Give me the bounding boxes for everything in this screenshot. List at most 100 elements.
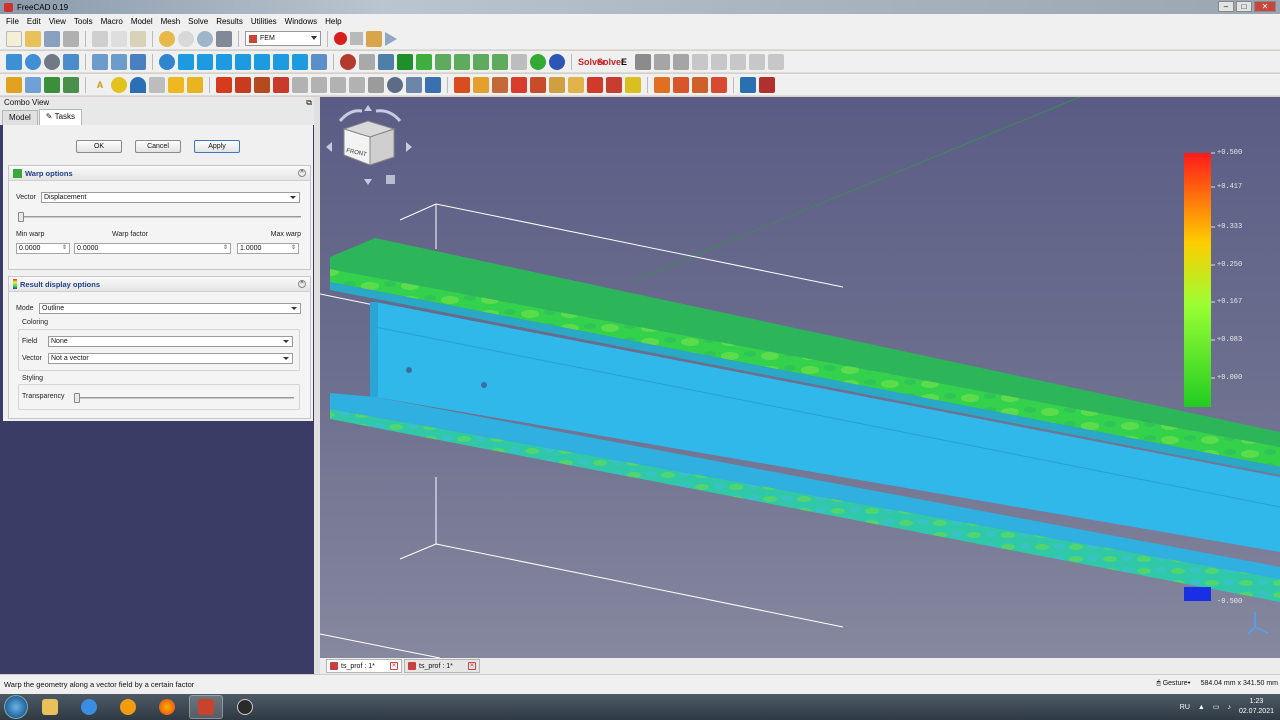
coloring-vector-select[interactable]: Not a vector — [48, 353, 293, 364]
tab-tasks[interactable]: ✎ Tasks — [38, 109, 83, 125]
point-icon[interactable] — [149, 76, 165, 93]
scalar-clip-icon[interactable] — [454, 53, 470, 70]
menu-windows[interactable]: Windows — [281, 17, 321, 26]
taskbar-ie[interactable] — [72, 695, 106, 719]
navcube-rotate-right-icon[interactable] — [375, 109, 402, 122]
constraint-centrif-icon[interactable] — [606, 76, 622, 93]
element-geometry-icon[interactable] — [216, 76, 232, 93]
navigation-style-selector[interactable]: 🖱 Gesture▾ — [1157, 680, 1191, 688]
shell-thickness-icon[interactable] — [273, 76, 289, 93]
transparency-slider-thumb[interactable] — [74, 393, 80, 403]
minimize-button[interactable]: – — [1218, 1, 1234, 12]
constraint-temperature-icon[interactable] — [625, 76, 641, 93]
field-select[interactable]: None — [48, 336, 293, 347]
network-icon[interactable]: ▭ — [1213, 703, 1220, 711]
navigation-cube[interactable]: FRONT — [326, 105, 412, 185]
document-tab[interactable]: ts_prof : 1* ✕ — [326, 659, 402, 673]
taskbar-avast[interactable] — [111, 695, 145, 719]
equation-electrostatic-icon[interactable] — [692, 53, 708, 70]
measure-icon[interactable] — [311, 53, 327, 70]
warp-slider-thumb[interactable] — [18, 212, 24, 222]
min-warp-input[interactable]: 0.0000 ⇕ — [16, 243, 70, 254]
beam-section-icon[interactable] — [235, 76, 251, 93]
spin-arrows-icon[interactable]: ⇕ — [291, 244, 296, 253]
link-actions-icon[interactable] — [63, 76, 79, 93]
draw-style-icon[interactable] — [44, 53, 60, 70]
menu-view[interactable]: View — [45, 17, 70, 26]
bounding-box-icon[interactable] — [63, 53, 79, 70]
result-display-header[interactable]: Result display options ^ — [9, 277, 310, 292]
cut-function-icon[interactable] — [473, 53, 489, 70]
post-pipeline-icon[interactable] — [530, 53, 546, 70]
constraint-contact-icon[interactable] — [492, 76, 508, 93]
constraint-heatflux-icon[interactable] — [673, 76, 689, 93]
fem-analysis-icon[interactable] — [340, 53, 356, 70]
clock[interactable]: 1:23 02.07.2021 — [1239, 697, 1274, 717]
spin-arrows-icon[interactable]: ⇕ — [62, 244, 67, 253]
close-button[interactable]: ✕ — [1254, 1, 1276, 12]
new-file-icon[interactable] — [6, 30, 22, 47]
node-set-icon[interactable] — [187, 76, 203, 93]
sync-view-icon[interactable] — [130, 53, 146, 70]
menu-file[interactable]: File — [2, 17, 23, 26]
menu-mesh[interactable]: Mesh — [157, 17, 185, 26]
solver-z88-icon[interactable] — [730, 53, 746, 70]
mesh-region-icon[interactable] — [368, 76, 384, 93]
beam-rotation-icon[interactable] — [254, 76, 270, 93]
material-icon[interactable] — [359, 53, 375, 70]
document-tab[interactable]: ts_prof : 1* ✕ — [404, 659, 480, 673]
constraint-spring-icon[interactable] — [530, 76, 546, 93]
close-tab-icon[interactable]: ✕ — [468, 662, 476, 670]
whats-this-icon[interactable] — [216, 30, 232, 47]
3d-viewport[interactable]: FRONT +0.500 +0.417 +0.333 +0.250 +0.167… — [320, 97, 1280, 658]
forward-arrow-icon[interactable] — [111, 53, 127, 70]
tab-model[interactable]: Model — [2, 110, 38, 125]
view-left-icon[interactable] — [292, 53, 308, 70]
navcube-arrow-right-icon[interactable] — [406, 142, 412, 152]
navcube-menu-icon[interactable] — [386, 175, 395, 184]
view-right-icon[interactable] — [235, 53, 251, 70]
ok-button[interactable]: OK — [76, 140, 122, 153]
view-rear-icon[interactable] — [254, 53, 270, 70]
solver-run-icon[interactable] — [635, 53, 651, 70]
view-isometric-icon[interactable] — [178, 53, 194, 70]
constraint-icon[interactable] — [168, 76, 184, 93]
mesh-group-icon[interactable] — [387, 76, 403, 93]
group-folder-icon[interactable] — [25, 76, 41, 93]
macro-record-icon[interactable] — [334, 32, 347, 45]
equation-heat-icon[interactable] — [654, 53, 670, 70]
navcube-arrow-left-icon[interactable] — [326, 142, 332, 152]
menu-solve[interactable]: Solve — [184, 17, 212, 26]
transparency-slider-track[interactable] — [74, 397, 294, 399]
mesh-display-info-icon[interactable] — [425, 76, 441, 93]
refresh-icon[interactable] — [197, 30, 213, 47]
fit-all-icon[interactable] — [6, 53, 22, 70]
navcube-arrow-down-icon[interactable] — [364, 179, 372, 185]
spin-arrows-icon[interactable]: ⇕ — [223, 244, 228, 253]
zoom-icon[interactable] — [159, 53, 175, 70]
undock-icon[interactable]: ⧉ — [306, 97, 312, 109]
language-indicator[interactable]: RU — [1180, 704, 1190, 711]
cancel-button[interactable]: Cancel — [135, 140, 181, 153]
copy-icon[interactable] — [111, 30, 127, 47]
equation-flux-icon[interactable] — [711, 53, 727, 70]
std-part-icon[interactable] — [6, 76, 22, 93]
solver-control-icon[interactable] — [749, 53, 765, 70]
tray-expand-icon[interactable]: ▲ — [1198, 704, 1205, 711]
menu-model[interactable]: Model — [127, 17, 157, 26]
mesh-gmsh-icon[interactable] — [330, 76, 346, 93]
navcube-rotate-left-icon[interactable] — [338, 109, 363, 122]
data-along-line-icon[interactable] — [492, 53, 508, 70]
start-button-icon[interactable] — [4, 695, 28, 719]
sphere-icon[interactable] — [111, 76, 127, 93]
link-make-icon[interactable] — [44, 76, 60, 93]
constraint-selfweight-icon[interactable] — [549, 76, 565, 93]
close-tab-icon[interactable]: ✕ — [390, 662, 398, 670]
workbench-selector[interactable]: FEM — [245, 31, 321, 46]
data-at-point-icon[interactable] — [511, 53, 527, 70]
macro-run-icon[interactable] — [385, 31, 397, 46]
print-icon[interactable] — [63, 30, 79, 47]
clip-filter-icon[interactable] — [435, 53, 451, 70]
cut-icon[interactable] — [92, 30, 108, 47]
taskbar-firefox[interactable] — [150, 695, 184, 719]
